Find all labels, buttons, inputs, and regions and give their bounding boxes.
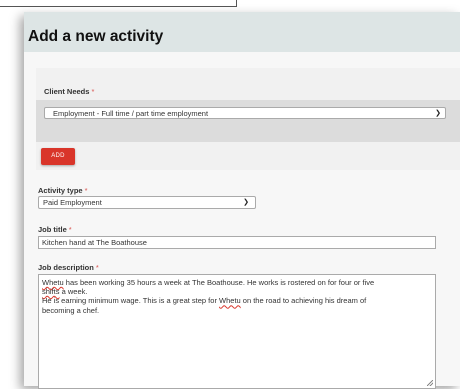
modal-header: Add a new activity (24, 12, 460, 52)
job-title-input[interactable]: Kitchen hand at The Boathouse (38, 236, 436, 249)
required-marker: * (91, 87, 95, 96)
resize-handle-icon[interactable] (427, 380, 433, 386)
client-needs-panel: Client Needs * Employment - Full time / p… (36, 68, 460, 170)
activity-type-select[interactable]: Paid Employment ❯ (38, 196, 256, 209)
client-needs-select[interactable]: Employment - Full time / part time emplo… (44, 107, 446, 119)
client-needs-row: Employment - Full time / part time emplo… (36, 100, 460, 142)
add-button[interactable]: ADD (41, 148, 75, 165)
add-activity-modal: Add a new activity Client Needs * Employm… (24, 12, 460, 389)
background-window-edge (0, 0, 237, 7)
required-marker: * (68, 225, 72, 234)
required-marker: * (95, 263, 99, 272)
activity-type-label: Activity type * (38, 186, 88, 195)
description-line: Whetu has been working 35 hours a week a… (42, 278, 375, 287)
activity-type-selected: Paid Employment (43, 198, 102, 207)
job-title-label: Job title * (38, 225, 72, 234)
chevron-down-icon: ❯ (243, 199, 249, 206)
modal-title: Add a new activity (28, 28, 164, 45)
description-line: He is earning minimum wage. This is a gr… (42, 296, 367, 306)
required-marker: * (84, 186, 88, 195)
chevron-down-icon: ❯ (435, 110, 441, 117)
description-line: becoming a chef. (42, 305, 100, 315)
job-description-textarea[interactable]: Whetu has been working 35 hours a week a… (38, 274, 436, 389)
description-line: shifts a week. (42, 287, 88, 297)
client-needs-label: Client Needs * (44, 87, 95, 96)
job-title-value: Kitchen hand at The Boathouse (42, 238, 147, 247)
job-description-label: Job description * (38, 263, 99, 272)
client-needs-selected: Employment - Full time / part time emplo… (53, 109, 209, 118)
